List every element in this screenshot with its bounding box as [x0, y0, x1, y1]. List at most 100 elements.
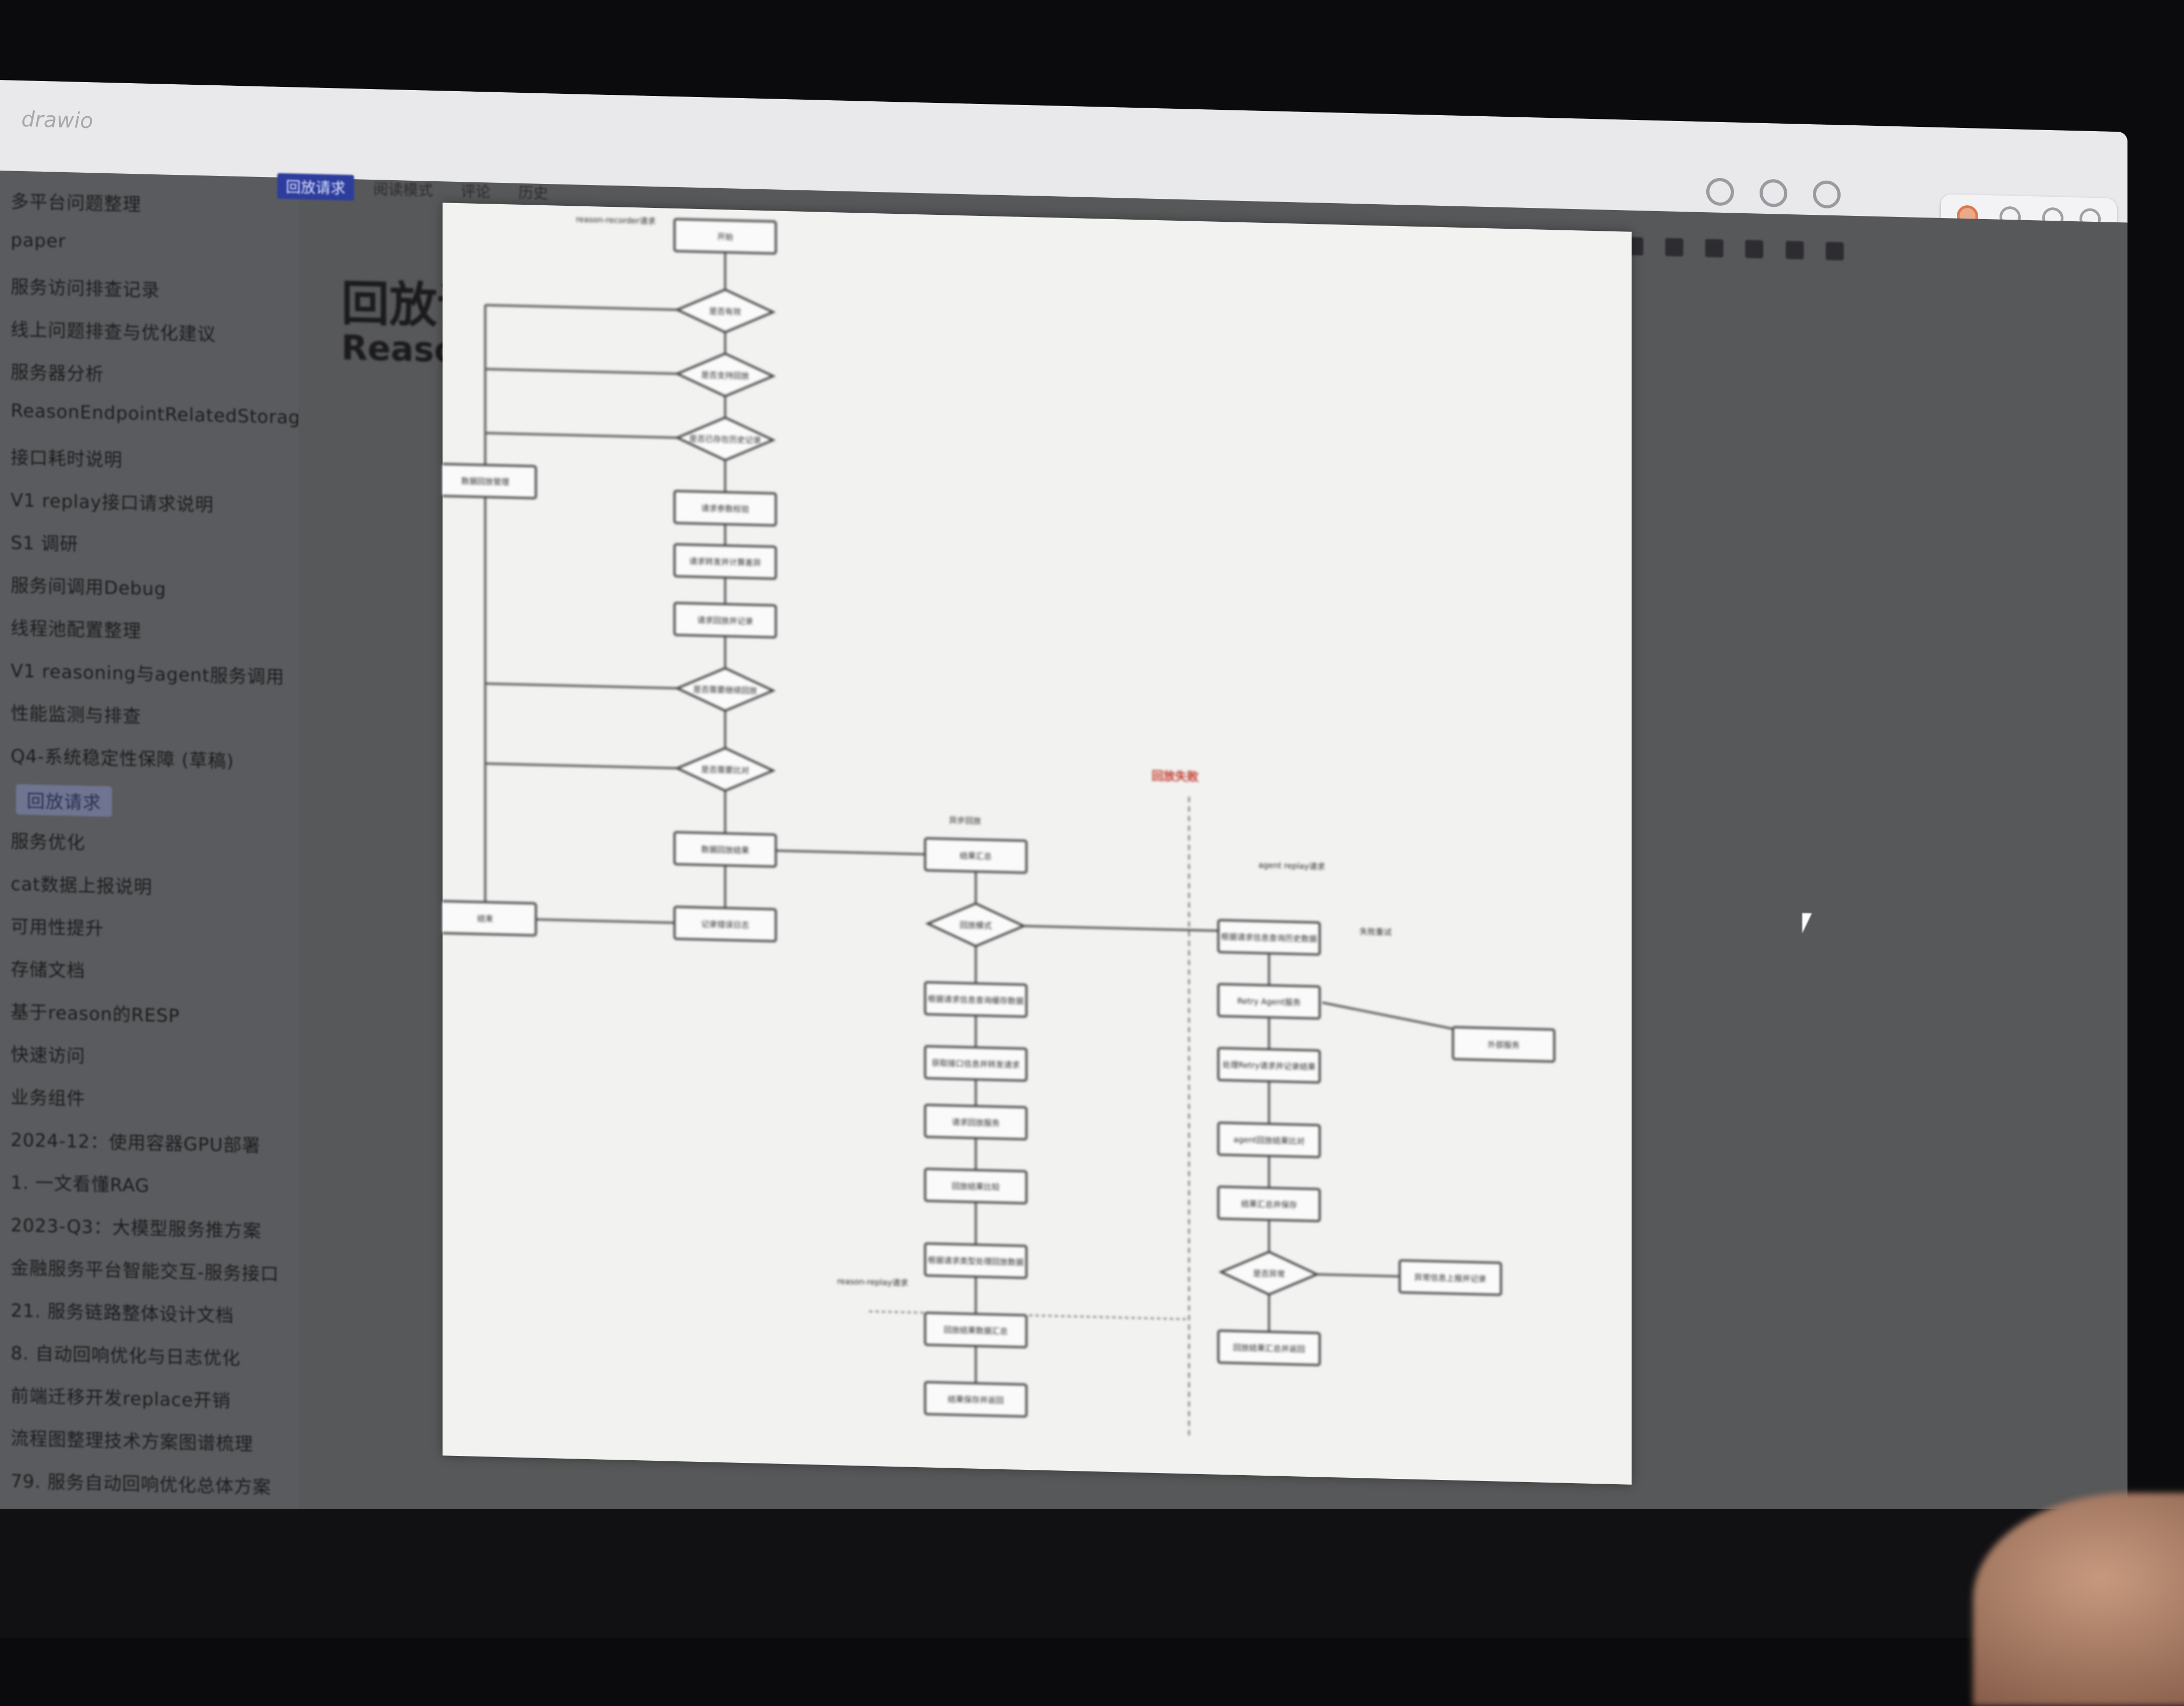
divider-line — [869, 1310, 1189, 1321]
sidebar-item[interactable]: V1 replay接口请求说明 — [11, 485, 214, 516]
flow-node: 请求参数校验 — [673, 490, 777, 527]
connector-line — [1312, 1273, 1402, 1278]
flow-node-label: 请求回放服务 — [952, 1117, 1000, 1128]
flow-annotation: reason-replay请求 — [837, 1276, 908, 1287]
flow-node-label: 开始 — [717, 232, 733, 242]
sidebar-item[interactable]: ReasonEndpointRelatedStorageMgr — [11, 400, 348, 429]
sidebar-item[interactable]: 1. 一文看懂RAG — [11, 1168, 150, 1197]
sidebar: 多平台问题整理 paper 服务访问排查记录线上问题排查与优化建议 服务器分析 Reas… — [0, 171, 348, 1527]
flow-node-label: 请求回放并记录 — [697, 615, 753, 626]
flow-node-label: 是否异常 — [1253, 1268, 1285, 1278]
sidebar-item[interactable]: 回放请求 — [16, 784, 112, 817]
flow-node-label: 是否有效 — [709, 307, 741, 317]
flow-annotation: 异步回放 — [949, 816, 981, 826]
flow-node: 处理Retry请求并记录结果 — [1217, 1047, 1321, 1084]
sidebar-item[interactable]: 接口耗时说明 — [11, 442, 123, 471]
flow-node: Retry Agent服务 — [1217, 983, 1321, 1020]
flow-node: 回放模式 — [925, 902, 1026, 947]
flow-node-label: 结果保存并返回 — [948, 1394, 1004, 1405]
flow-annotation: 失败重试 — [1360, 927, 1392, 937]
laptop-screen: drawio 多平台问题整理 paper 服务访问排查记录线上问题排查与优化建议 服务… — [0, 80, 2127, 1572]
flow-node: 请求转发并计算差异 — [673, 543, 777, 580]
flow-node-label: 回放结果汇总并返回 — [1233, 1343, 1305, 1354]
sidebar-item[interactable]: Q4-系统稳定性保障 (草稿) — [11, 741, 234, 772]
flow-node: 请求回放并记录 — [673, 602, 777, 639]
sidebar-item[interactable]: 2023-Q3：大模型服务推方案 — [11, 1210, 261, 1242]
diagram-image-viewer[interactable]: 开始 是否有效 是否支持回放 是否已存在历史记录 请求参数校验 请求转发并计算差异 请求回放… — [433, 203, 1632, 1485]
sidebar-item[interactable]: 服务间调用Debug — [11, 570, 166, 600]
more-icon[interactable] — [1825, 242, 1844, 261]
sidebar-item[interactable]: 多平台问题整理 — [11, 187, 141, 216]
flow-node: 记录错误日志 — [673, 906, 777, 943]
flow-node-label: 异常信息上报并记录 — [1415, 1273, 1487, 1284]
flow-node-label: 是否需要比对 — [701, 765, 749, 775]
flow-node: 外部服务 — [1452, 1026, 1555, 1063]
sidebar-item[interactable]: 可用性提升 — [11, 912, 104, 940]
sidebar-item[interactable]: 79. 服务自动回响优化总体方案 — [11, 1466, 271, 1499]
sidebar-item[interactable]: cat数据上报说明 — [11, 869, 152, 898]
mouse-cursor-icon — [1802, 913, 1812, 934]
sidebar-item[interactable]: 基于reason的RESP — [11, 997, 180, 1027]
sidebar-item[interactable]: 性能监测与排查 — [11, 698, 141, 728]
sidebar-item[interactable]: 服务器分析 — [11, 357, 104, 385]
flow-node-label: Retry Agent服务 — [1237, 996, 1300, 1008]
flow-node: 数据回放管理 — [433, 463, 537, 500]
flow-annotation: 回放失败 — [1152, 769, 1199, 784]
sidebar-item[interactable]: 快速访问 — [11, 1040, 85, 1067]
flow-node-label: 回放结果比较 — [952, 1181, 1000, 1192]
sidebar-item[interactable]: V1 reasoning与agent服务调用 — [11, 656, 285, 689]
flowchart: 开始是否有效是否支持回放是否已存在历史记录请求参数校验请求转发并计算差异请求回放… — [433, 214, 1555, 1437]
link-icon[interactable] — [1785, 240, 1804, 260]
flow-node-label: 结束 — [477, 914, 493, 924]
flow-node: 是否已存在历史记录 — [675, 416, 776, 462]
sidebar-item[interactable]: 2024-12：使用容器GPU部署 — [11, 1125, 261, 1157]
flow-node-label: 回放模式 — [960, 920, 992, 930]
flow-node: 根据请求类型处理回放数据 — [924, 1242, 1027, 1279]
flow-node-label: 数据回放管理 — [461, 476, 509, 487]
sidebar-item[interactable]: 流程图整理技术方案图谱梳理 — [11, 1423, 253, 1455]
flow-node-label: 外部服务 — [1488, 1040, 1520, 1050]
sidebar-item[interactable]: 前端迁移开发replace开销 — [11, 1381, 231, 1412]
flow-node: 回放结果汇总并返回 — [1217, 1329, 1321, 1366]
flow-node: 结束 — [433, 900, 537, 937]
flow-node: 开始 — [673, 218, 777, 255]
flow-node: 请求回放服务 — [924, 1104, 1027, 1140]
flow-node-label: 是否需要继续回放 — [693, 685, 757, 696]
flow-node-label: 请求参数校验 — [701, 503, 749, 514]
flow-node-label: 请求转发并计算差异 — [689, 557, 761, 568]
flow-node: 根据请求信息查询缓存数据 — [924, 981, 1027, 1018]
sidebar-item[interactable]: 金融服务平台智能交互-服务接口 — [11, 1253, 279, 1285]
flow-node-label: 是否已存在历史记录 — [689, 434, 761, 445]
table-icon[interactable] — [1705, 239, 1724, 257]
flow-node-label: 结果汇总并保存 — [1241, 1199, 1297, 1210]
tab[interactable]: 评论 — [452, 178, 499, 204]
sidebar-item[interactable]: 8. 自动回响优化与日志优化 — [11, 1338, 240, 1370]
list-icon[interactable] — [1665, 238, 1684, 257]
sidebar-item[interactable]: paper — [11, 229, 66, 252]
flow-node-label: 数据回放结果 — [701, 844, 749, 855]
laptop-bezel — [0, 1509, 2184, 1638]
tab[interactable]: 历史 — [510, 179, 557, 205]
sidebar-item[interactable]: 21. 服务链路整体设计文档 — [11, 1295, 234, 1327]
flow-node-label: agent回放结果比对 — [1233, 1135, 1304, 1146]
tab[interactable]: 阅读模式 — [365, 175, 441, 203]
flow-node-label: 是否支持回放 — [701, 370, 749, 381]
image-icon[interactable] — [1745, 240, 1764, 259]
flow-node: agent回放结果比对 — [1217, 1121, 1321, 1158]
sidebar-item[interactable]: 服务访问排查记录 — [11, 272, 160, 302]
connector-line — [528, 918, 682, 924]
sidebar-item[interactable]: 存储文档 — [11, 954, 85, 982]
rotate-right-icon[interactable] — [1760, 179, 1787, 207]
sidebar-item[interactable]: S1 调研 — [11, 528, 78, 556]
sidebar-item[interactable]: 线程池配置整理 — [11, 613, 141, 642]
flow-node: 结果保存并返回 — [924, 1381, 1027, 1418]
refresh-icon[interactable] — [1813, 180, 1841, 209]
flow-node: 异常信息上报并记录 — [1399, 1259, 1502, 1296]
sidebar-item[interactable]: 服务优化 — [11, 826, 85, 854]
flow-node: 获取接口信息并转发请求 — [924, 1045, 1027, 1082]
sidebar-item[interactable]: 业务组件 — [11, 1082, 85, 1110]
sidebar-item[interactable]: 线上问题排查与优化建议 — [11, 315, 216, 345]
tab[interactable]: 回放请求 — [277, 173, 355, 201]
rotate-left-icon[interactable] — [1706, 178, 1734, 206]
app-title: drawio — [21, 107, 93, 134]
